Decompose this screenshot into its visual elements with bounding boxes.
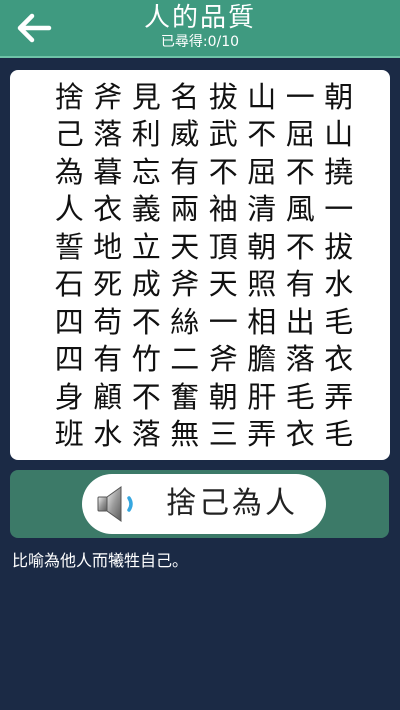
grid-cell[interactable]: 兩 <box>166 189 205 226</box>
grid-cell[interactable]: 肝 <box>243 376 282 414</box>
grid-cell[interactable]: 不 <box>204 151 243 189</box>
grid-cell[interactable]: 水 <box>320 264 359 301</box>
grid-cell[interactable]: 風 <box>281 189 320 226</box>
grid-cell[interactable]: 三 <box>204 414 243 451</box>
grid-cell[interactable]: 義 <box>127 189 166 226</box>
grid-cell[interactable]: 捨 <box>50 76 89 114</box>
word-grid[interactable]: 捨斧見名拔山一朝己落利威武不屈山為暮忘有不屈不撓人衣義兩袖清風一誓地立天頂朝不拔… <box>50 76 359 452</box>
grid-cell[interactable]: 衣 <box>320 339 359 376</box>
grid-cell[interactable]: 四 <box>50 301 89 339</box>
speaker-button[interactable] <box>96 484 144 524</box>
grid-cell[interactable]: 朝 <box>204 376 243 414</box>
grid-cell[interactable]: 死 <box>89 264 128 301</box>
grid-cell[interactable]: 無 <box>166 414 205 451</box>
grid-cell[interactable]: 袖 <box>204 189 243 226</box>
grid-cell[interactable]: 斧 <box>89 76 128 114</box>
grid-cell[interactable]: 不 <box>127 376 166 414</box>
grid-cell[interactable]: 出 <box>281 301 320 339</box>
found-progress: 已尋得:0/10 <box>160 34 240 50</box>
grid-cell[interactable]: 天 <box>166 226 205 264</box>
grid-cell[interactable]: 不 <box>127 301 166 339</box>
grid-cell[interactable]: 山 <box>243 76 282 114</box>
grid-cell[interactable]: 不 <box>281 151 320 189</box>
grid-cell[interactable]: 拔 <box>320 226 359 264</box>
grid-cell[interactable]: 四 <box>50 339 89 376</box>
grid-cell[interactable]: 天 <box>204 264 243 301</box>
grid-cell[interactable]: 身 <box>50 376 89 414</box>
grid-cell[interactable]: 水 <box>89 414 128 451</box>
grid-cell[interactable]: 一 <box>281 76 320 114</box>
grid-cell[interactable]: 己 <box>50 114 89 151</box>
grid-cell[interactable]: 有 <box>281 264 320 301</box>
grid-cell[interactable]: 落 <box>127 414 166 451</box>
grid-cell[interactable]: 山 <box>320 114 359 151</box>
grid-cell[interactable]: 不 <box>243 114 282 151</box>
grid-cell[interactable]: 朝 <box>320 76 359 114</box>
grid-cell[interactable]: 二 <box>166 339 205 376</box>
grid-cell[interactable]: 毛 <box>281 376 320 414</box>
grid-cell[interactable]: 屈 <box>281 114 320 151</box>
grid-cell[interactable]: 立 <box>127 226 166 264</box>
grid-cell[interactable]: 地 <box>89 226 128 264</box>
grid-cell[interactable]: 毛 <box>320 301 359 339</box>
grid-cell[interactable]: 不 <box>281 226 320 264</box>
grid-cell[interactable]: 名 <box>166 76 205 114</box>
grid-cell[interactable]: 清 <box>243 189 282 226</box>
grid-cell[interactable]: 弄 <box>243 414 282 451</box>
grid-cell[interactable]: 有 <box>166 151 205 189</box>
grid-cell[interactable]: 屈 <box>243 151 282 189</box>
grid-cell[interactable]: 拔 <box>204 76 243 114</box>
grid-cell[interactable]: 照 <box>243 264 282 301</box>
grid-cell[interactable]: 絲 <box>166 301 205 339</box>
grid-cell[interactable]: 有 <box>89 339 128 376</box>
word-grid-panel: 捨斧見名拔山一朝己落利威武不屈山為暮忘有不屈不撓人衣義兩袖清風一誓地立天頂朝不拔… <box>10 70 390 460</box>
answer-word: 捨己為人 <box>166 486 298 521</box>
grid-cell[interactable]: 暮 <box>89 151 128 189</box>
grid-cell[interactable]: 誓 <box>50 226 89 264</box>
grid-cell[interactable]: 竹 <box>127 339 166 376</box>
header-bar: 人的品質 已尋得:0/10 <box>0 0 400 58</box>
grid-cell[interactable]: 苟 <box>89 301 128 339</box>
grid-cell[interactable]: 落 <box>89 114 128 151</box>
grid-cell[interactable]: 人 <box>50 189 89 226</box>
page-title: 人的品質 <box>143 3 256 33</box>
grid-cell[interactable]: 成 <box>127 264 166 301</box>
grid-cell[interactable]: 威 <box>166 114 205 151</box>
answer-bar: 捨己為人 <box>10 470 389 538</box>
grid-cell[interactable]: 見 <box>127 76 166 114</box>
grid-cell[interactable]: 衣 <box>89 189 128 226</box>
answer-pill: 捨己為人 <box>82 474 326 534</box>
grid-cell[interactable]: 顧 <box>89 376 128 414</box>
grid-cell[interactable]: 奮 <box>166 376 205 414</box>
grid-cell[interactable]: 班 <box>50 414 89 451</box>
grid-cell[interactable]: 朝 <box>243 226 282 264</box>
grid-cell[interactable]: 石 <box>50 264 89 301</box>
grid-cell[interactable]: 利 <box>127 114 166 151</box>
grid-cell[interactable]: 一 <box>204 301 243 339</box>
definition-text: 比喻為他人而犧牲自己。 <box>12 551 189 570</box>
grid-cell[interactable]: 弄 <box>320 376 359 414</box>
grid-cell[interactable]: 相 <box>243 301 282 339</box>
grid-cell[interactable]: 毛 <box>320 414 359 451</box>
grid-cell[interactable]: 武 <box>204 114 243 151</box>
grid-cell[interactable]: 撓 <box>320 151 359 189</box>
grid-cell[interactable]: 忘 <box>127 151 166 189</box>
speaker-icon <box>97 486 133 522</box>
grid-cell[interactable]: 膽 <box>243 339 282 376</box>
grid-cell[interactable]: 衣 <box>281 414 320 451</box>
grid-cell[interactable]: 頂 <box>204 226 243 264</box>
grid-cell[interactable]: 為 <box>50 151 89 189</box>
grid-cell[interactable]: 一 <box>320 189 359 226</box>
grid-cell[interactable]: 斧 <box>204 339 243 376</box>
grid-cell[interactable]: 落 <box>281 339 320 376</box>
grid-cell[interactable]: 斧 <box>166 264 205 301</box>
